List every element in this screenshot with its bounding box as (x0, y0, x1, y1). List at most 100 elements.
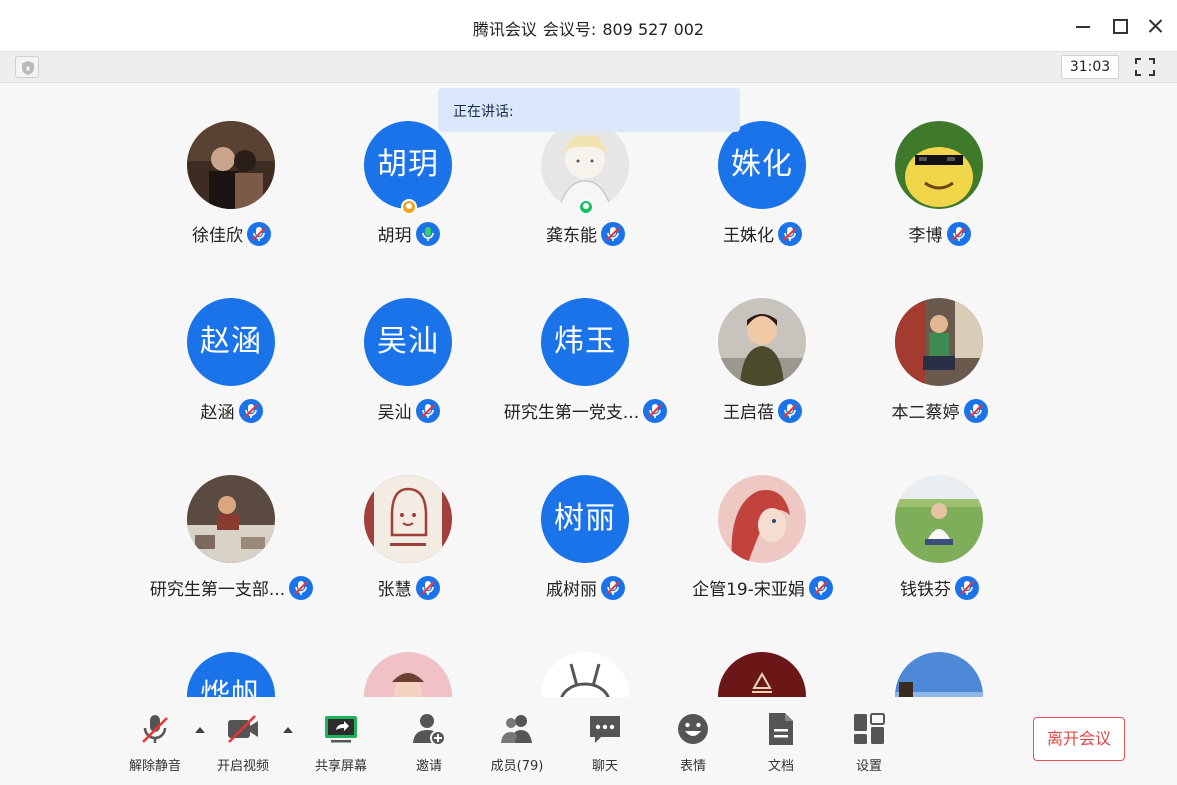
participant-name: 本二蔡婷 (891, 403, 960, 423)
chat-button[interactable]: 聊天 (570, 711, 640, 774)
avatar (541, 652, 629, 697)
security-shield-button[interactable] (15, 56, 39, 78)
participant-name: 王启蓓 (723, 403, 774, 423)
avatar (187, 121, 275, 209)
participant-name-line: 王姝化 (674, 221, 851, 248)
avatar: 树丽 (541, 475, 629, 563)
participant-name: 龚东能 (546, 226, 597, 246)
participant-grid: 徐佳欣 胡玥 胡玥 龚东能 姝化 王姝化 李博 赵涵 赵涵 吴汕 吴汕 炜玉 研… (0, 83, 1177, 697)
participant-name-line: 吴汕 (320, 398, 497, 425)
participant-tile[interactable]: 炜玉 研究生第一党支... (497, 260, 674, 423)
participant-tile[interactable]: 钱铁芬 (851, 437, 1028, 600)
participant-tile[interactable] (497, 614, 674, 697)
share-screen-label: 共享屏幕 (314, 759, 367, 774)
participant-tile[interactable] (320, 614, 497, 697)
window-title: 腾讯会议 会议号: 809 527 002 (0, 16, 1177, 40)
avatar (541, 121, 629, 209)
docs-button[interactable]: 文档 (746, 711, 816, 774)
mic-muted-icon (142, 715, 168, 743)
mic-muted-icon (808, 576, 833, 600)
participant-tile[interactable]: 研究生第一支部... (143, 437, 320, 600)
meeting-toolbar: 解除静音 开启视频 共享屏幕 邀请 成员(79) 聊天 表情 文档 设置 离开会… (0, 697, 1177, 785)
mic-muted-icon (247, 222, 271, 246)
share-screen-button[interactable]: 共享屏幕 (306, 711, 376, 774)
leave-meeting-button[interactable]: 离开会议 (1033, 717, 1125, 761)
participant-name-line: 李博 (851, 221, 1028, 248)
video-options-caret[interactable] (282, 725, 294, 735)
participant-name-line: 研究生第一党支... (497, 398, 674, 425)
members-button[interactable]: 成员(79) (482, 711, 552, 774)
start-video-label: 开启视频 (216, 759, 269, 774)
participant-name: 研究生第一党支... (503, 403, 640, 423)
invite-button[interactable]: 邀请 (394, 711, 464, 774)
mic-muted-icon (601, 222, 625, 246)
settings-button[interactable]: 设置 (834, 711, 904, 774)
participant-tile[interactable]: 烨帆 (143, 614, 320, 697)
participant-tile[interactable]: 李博 (851, 83, 1028, 246)
emoji-button[interactable]: 表情 (658, 711, 728, 774)
fullscreen-icon (1135, 58, 1155, 76)
meeting-number: 809 527 002 (602, 20, 705, 39)
host-badge (401, 199, 417, 215)
maximize-button[interactable] (1108, 14, 1132, 38)
participant-tile[interactable]: 徐佳欣 (143, 83, 320, 246)
avatar (718, 652, 806, 697)
participant-name-line: 企管19-宋亚娟 (674, 575, 851, 602)
participant-tile[interactable]: 企管19-宋亚娟 (674, 437, 851, 600)
participant-tile[interactable]: 张慧 (320, 437, 497, 600)
close-button[interactable] (1144, 14, 1168, 38)
participant-name-line: 钱铁芬 (851, 575, 1028, 602)
unmute-label: 解除静音 (128, 759, 181, 774)
avatar: 吴汕 (364, 298, 452, 386)
mic-muted-icon (415, 576, 440, 600)
participant-tile[interactable]: 王启蓓 (674, 260, 851, 423)
participant-name: 戚树丽 (546, 580, 597, 600)
settings-grid-icon (854, 713, 885, 744)
mic-muted-icon (601, 576, 625, 600)
avatar: 炜玉 (541, 298, 629, 386)
participant-tile[interactable]: 吴汕 吴汕 (320, 260, 497, 423)
start-video-button[interactable]: 开启视频 (208, 711, 278, 774)
unmute-button[interactable]: 解除静音 (120, 711, 190, 774)
participant-name-line: 徐佳欣 (143, 221, 320, 248)
app-name: 腾讯会议 (472, 20, 537, 39)
avatar: 姝化 (718, 121, 806, 209)
mic-muted-icon (963, 399, 988, 423)
participant-name: 企管19-宋亚娟 (692, 580, 805, 600)
cohost-badge (578, 199, 594, 215)
participant-name-line: 戚树丽 (497, 575, 674, 602)
participant-name: 胡玥 (377, 226, 412, 246)
avatar (895, 298, 983, 386)
participant-name-line: 龚东能 (497, 221, 674, 248)
shield-icon (22, 61, 34, 75)
add-user-icon (413, 714, 446, 746)
participant-name: 赵涵 (200, 403, 235, 423)
participant-name: 吴汕 (377, 403, 412, 423)
members-label: 成员(79) (490, 759, 544, 774)
mic-muted-icon (778, 222, 802, 246)
avatar: 胡玥 (364, 121, 452, 209)
chat-icon (590, 716, 620, 743)
participant-name-line: 本二蔡婷 (851, 398, 1028, 425)
avatar (187, 475, 275, 563)
participant-name: 徐佳欣 (192, 226, 243, 246)
participant-name-line: 胡玥 (320, 221, 497, 248)
docs-label: 文档 (767, 759, 794, 774)
participant-tile[interactable] (851, 614, 1028, 697)
participant-tile[interactable]: 树丽 戚树丽 (497, 437, 674, 600)
share-screen-icon (325, 716, 357, 743)
participant-tile[interactable]: 本二蔡婷 (851, 260, 1028, 423)
participant-tile[interactable] (674, 614, 851, 697)
audio-options-caret[interactable] (194, 725, 206, 735)
fullscreen-button[interactable] (1133, 56, 1157, 78)
speaking-label: 正在讲话: (453, 104, 514, 120)
participant-name: 研究生第一支部... (149, 580, 286, 600)
participant-name-line: 研究生第一支部... (143, 575, 320, 602)
avatar (718, 298, 806, 386)
minimize-button[interactable] (1072, 14, 1096, 38)
mic-active-icon (415, 222, 440, 246)
participant-tile[interactable]: 赵涵 赵涵 (143, 260, 320, 423)
avatar: 赵涵 (187, 298, 275, 386)
settings-label: 设置 (855, 759, 882, 774)
info-bar: 31:03 (0, 52, 1177, 83)
